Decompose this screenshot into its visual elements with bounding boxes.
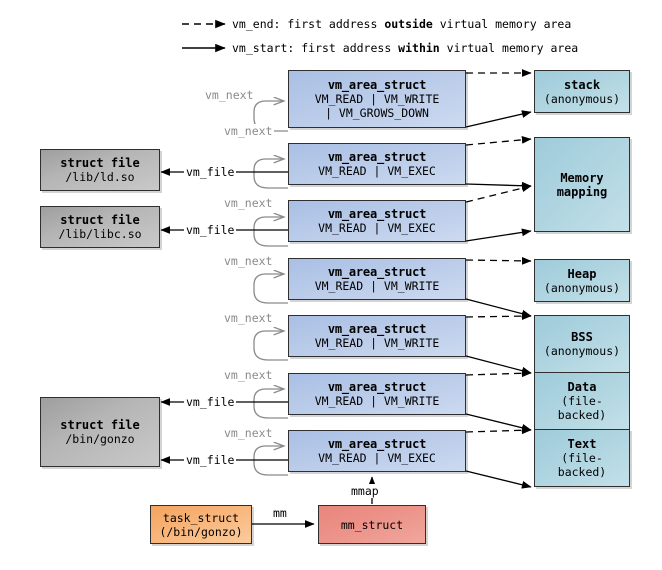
memory-region-name: stack [563,77,601,92]
memory-region-name-2: mapping [556,184,608,199]
vma-title: vm_area_struct [327,265,427,279]
legend-vm-end-prefix: vm_end: first address [232,17,385,31]
vma-title: vm_area_struct [327,78,427,92]
mm-edge-label: mm [271,506,289,520]
legend-vm-end-suffix: virtual memory area [432,17,572,31]
memory-region-sub-2: backed) [557,465,607,479]
memory-region-name: BSS [571,330,593,344]
memory-region-sub: (anonymous) [543,280,621,295]
vm-file-label-4: vm_file [184,453,237,467]
task-struct-title: task_struct [162,510,240,525]
struct-file-box-bin-gonzo[interactable]: struct file /bin/gonzo [40,397,160,467]
memory-region-stack[interactable]: stack (anonymous) [534,70,630,113]
vma-flags-line1: VM_READ | VM_EXEC [318,164,436,178]
vma-title: vm_area_struct [327,207,427,221]
legend-vm-start-emph: within [398,41,440,55]
vma-flags-line1: VM_READ | VM_WRITE [314,92,440,106]
mm-struct-box[interactable]: mm_struct [318,505,426,544]
vm-file-label-1: vm_file [184,165,237,179]
vm-next-label-1: vm_next [222,124,275,138]
struct-file-box-libc-so[interactable]: struct file /lib/libc.so [40,206,160,248]
task-struct-path: (/bin/gonzo) [159,524,243,539]
mm-struct-title: mm_struct [340,517,404,532]
vm-area-struct-box-3[interactable]: vm_area_struct VM_READ | VM_EXEC [288,200,466,242]
vma-title: vm_area_struct [327,150,427,164]
vm-area-struct-box-5[interactable]: vm_area_struct VM_READ | VM_WRITE [288,315,466,357]
struct-file-path: /bin/gonzo [65,432,135,446]
vm-diagram-canvas: vm_end: first address outside virtual me… [0,0,662,570]
memory-region-sub: (file- [561,394,603,408]
struct-file-box-ld-so[interactable]: struct file /lib/ld.so [40,149,160,191]
vma-flags-line1: VM_READ | VM_WRITE [314,336,440,350]
vm-area-struct-box-1[interactable]: vm_area_struct VM_READ | VM_WRITE | VM_G… [288,70,466,128]
memory-region-sub-2: backed) [557,408,607,422]
memory-region-memory-mapping[interactable]: Memory mapping [534,137,630,232]
vma-title: vm_area_struct [327,322,427,336]
vma-title: vm_area_struct [327,437,427,451]
vm-next-label-5: vm_next [222,368,275,382]
vm-file-label-3: vm_file [184,395,237,409]
vm-next-label-2: vm_next [222,196,275,210]
memory-region-bss[interactable]: BSS (anonymous) [534,315,630,373]
struct-file-title: struct file [60,156,140,170]
memory-region-data[interactable]: Data (file- backed) [534,372,630,430]
memory-region-name: Memory [560,170,604,185]
legend-row-vm-end: vm_end: first address outside virtual me… [232,17,571,31]
vm-file-label-2: vm_file [184,223,237,237]
memory-region-name: Text [567,437,597,451]
vma-flags-line1: VM_READ | VM_EXEC [318,221,436,235]
vma-flags-line2: | VM_GROWS_DOWN [325,106,429,120]
memory-region-text[interactable]: Text (file- backed) [534,429,630,487]
memory-region-sub: (anonymous) [543,344,621,358]
memory-region-name: Data [567,380,597,394]
legend-row-vm-start: vm_start: first address within virtual m… [232,41,578,55]
legend-vm-end-emph: outside [384,17,433,31]
vm-next-label-3: vm_next [222,254,275,268]
vm-next-label-6: vm_next [222,426,275,440]
vm-next-label-4: vm_next [222,311,275,325]
legend-vm-start-suffix: virtual memory area [439,41,579,55]
legend-vm-start-prefix: vm_start: first address [232,41,399,55]
vm-next-label-7: vm_next [203,88,256,102]
memory-region-heap[interactable]: Heap (anonymous) [534,259,630,302]
vma-title: vm_area_struct [327,380,427,394]
vm-area-struct-box-2[interactable]: vm_area_struct VM_READ | VM_EXEC [288,143,466,185]
vma-flags-line1: VM_READ | VM_EXEC [318,451,436,465]
memory-region-name: Heap [567,266,597,281]
mmap-edge-label: mmap [349,484,381,498]
memory-region-sub: (anonymous) [543,91,621,106]
task-struct-box[interactable]: task_struct (/bin/gonzo) [150,505,252,544]
vm-area-struct-box-6[interactable]: vm_area_struct VM_READ | VM_WRITE [288,373,466,415]
vma-flags-line1: VM_READ | VM_WRITE [314,279,440,293]
struct-file-path: /lib/libc.so [58,227,142,241]
struct-file-title: struct file [60,213,140,227]
struct-file-path: /lib/ld.so [65,170,135,184]
memory-region-sub: (file- [561,451,603,465]
vm-area-struct-box-7[interactable]: vm_area_struct VM_READ | VM_EXEC [288,430,466,472]
vma-flags-line1: VM_READ | VM_WRITE [314,394,440,408]
vm-area-struct-box-4[interactable]: vm_area_struct VM_READ | VM_WRITE [288,258,466,300]
struct-file-title: struct file [60,418,140,432]
